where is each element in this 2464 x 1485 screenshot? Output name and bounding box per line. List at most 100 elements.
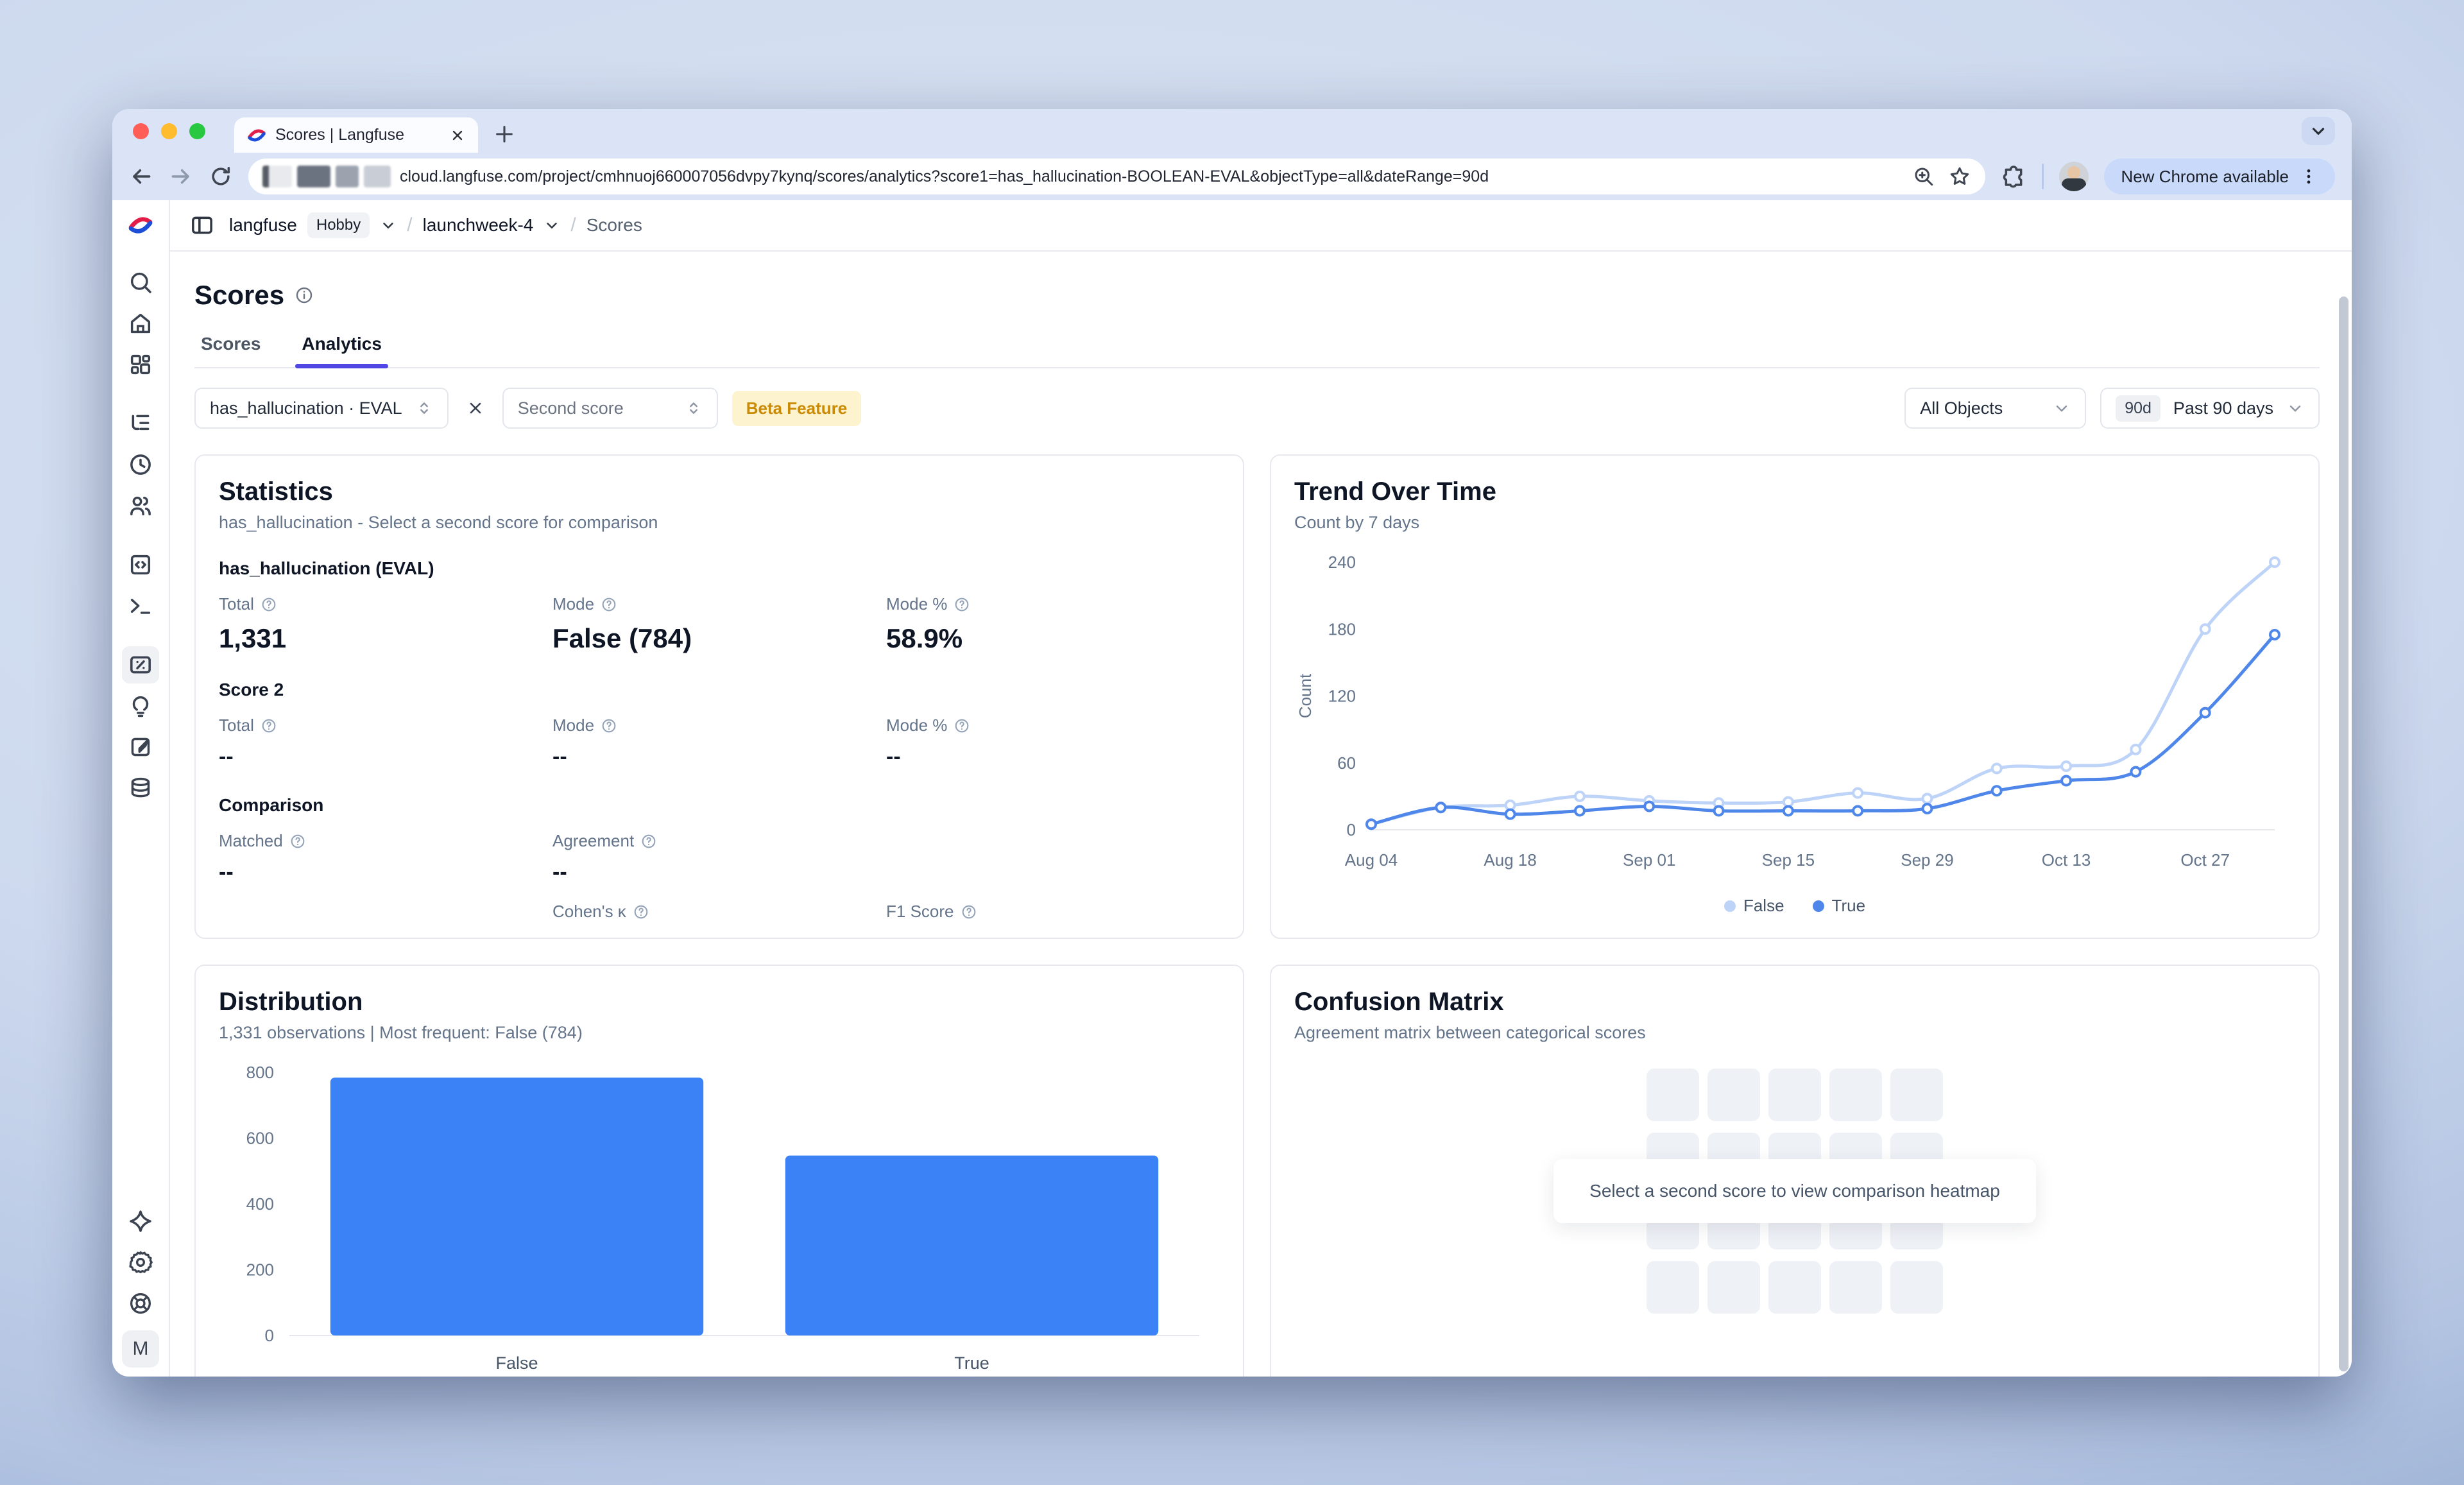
main-area: langfuse Hobby / launchweek-4 / Scores S… [170,200,2352,1377]
langfuse-logo[interactable] [128,210,153,240]
home-icon [128,311,153,336]
svg-text:800: 800 [246,1063,274,1082]
help-icon[interactable] [633,904,649,920]
distribution-subtitle: 1,331 observations | Most frequent: Fals… [219,1023,1220,1043]
help-icon[interactable] [261,717,277,734]
sidebar-item-playground[interactable] [122,587,159,624]
help-icon[interactable] [640,833,657,850]
clear-score1-button[interactable] [463,395,488,421]
score2-mode-pct-value: -- [886,744,1220,769]
sidebar-item-prompts[interactable] [122,546,159,583]
second-score-select[interactable]: Second score [502,388,718,429]
sidebar-item-dashboards[interactable] [122,346,159,383]
info-icon[interactable] [295,286,314,305]
sidebar-item-evaluators[interactable] [122,687,159,725]
close-window-button[interactable] [133,123,149,139]
profile-avatar[interactable] [2059,162,2089,191]
sidebar-item-scores[interactable] [122,646,159,683]
svg-text:240: 240 [1328,553,1356,572]
agreement-label: Agreement [552,831,886,851]
score1-select[interactable]: has_hallucination · EVAL [194,388,449,429]
help-icon[interactable] [601,717,617,734]
svg-text:60: 60 [1337,753,1356,773]
plus-icon [493,123,515,145]
scrollbar-thumb[interactable] [2339,296,2348,1371]
svg-text:False: False [495,1353,538,1373]
sidebar-item-home[interactable] [122,305,159,342]
help-icon[interactable] [601,596,617,613]
date-range-select[interactable]: 90d Past 90 days [2100,388,2320,429]
page-tabs: Scores Analytics [194,334,2320,368]
square-code-icon [128,552,153,578]
help-icon[interactable] [954,596,970,613]
kebab-menu-icon[interactable] [2299,167,2318,186]
new-tab-button[interactable] [493,123,515,145]
confusion-title: Confusion Matrix [1294,988,2295,1017]
browser-window: Scores | Langfuse [112,109,2352,1377]
matched-label: Matched [219,831,552,851]
sidebar-item-settings[interactable] [122,1244,159,1281]
mode-pct-value: 58.9% [886,623,1220,654]
terminal-icon [128,593,153,619]
chrome-update-pill[interactable]: New Chrome available [2104,159,2335,194]
sidebar-item-annotation[interactable] [122,728,159,766]
search-icon [128,270,153,295]
confusion-subtitle: Agreement matrix between categorical sco… [1294,1023,2295,1043]
statistics-subtitle: has_hallucination - Select a second scor… [219,513,1220,533]
trend-card: Trend Over Time Count by 7 days 06012018… [1270,454,2320,939]
gear-icon [128,1249,153,1275]
svg-text:True: True [954,1353,989,1373]
confusion-cell [1890,1261,1943,1314]
browser-tab[interactable]: Scores | Langfuse [234,117,478,153]
help-icon[interactable] [261,596,277,613]
sidebar-nav [122,262,159,809]
reload-button[interactable] [209,164,233,189]
tab-scores[interactable]: Scores [198,334,263,367]
chevron-down-icon[interactable] [543,217,560,234]
help-icon[interactable] [289,833,306,850]
confusion-cell [1768,1261,1821,1314]
page-title-row: Scores [194,280,2320,311]
sidebar-item-users[interactable] [122,487,159,524]
object-type-select[interactable]: All Objects [1904,388,2086,429]
sidebar-item-tracing[interactable] [122,405,159,442]
forward-button[interactable] [169,164,193,189]
help-icon[interactable] [961,904,977,920]
zoom-icon[interactable] [1912,165,1935,188]
extensions-button[interactable] [2001,164,2026,189]
tab-analytics[interactable]: Analytics [299,334,384,367]
back-button[interactable] [129,164,153,189]
bookmark-star-icon[interactable] [1948,165,1971,188]
breadcrumb-org[interactable]: langfuse [229,215,297,236]
minimize-window-button[interactable] [161,123,177,139]
breadcrumb-section[interactable]: Scores [586,215,642,236]
chevron-down-icon[interactable] [380,217,397,234]
sidebar-item-search[interactable] [122,264,159,301]
help-icon[interactable] [954,717,970,734]
sidebar-item-datasets[interactable] [122,769,159,807]
plan-badge[interactable]: Hobby [307,212,370,238]
user-avatar[interactable]: M [122,1330,159,1368]
sidebar-item-whats-new[interactable] [122,1203,159,1240]
cohens-kappa-value: -- [552,931,886,939]
confusion-card: Confusion Matrix Agreement matrix betwee… [1270,965,2320,1377]
mode-value: False (784) [552,623,886,654]
svg-text:Count: Count [1296,673,1315,718]
reload-icon [209,164,233,189]
sidebar-item-support[interactable] [122,1285,159,1322]
site-info-redacted[interactable] [262,166,391,187]
address-bar[interactable]: cloud.langfuse.com/project/cmhnuoj660007… [248,159,1985,194]
sidebar: M [112,200,170,1377]
sidebar-toggle-icon[interactable] [189,212,215,238]
tab-search-button[interactable] [2302,117,2335,145]
breadcrumb-project[interactable]: launchweek-4 [423,215,534,236]
back-arrow-icon [129,164,153,189]
trend-title: Trend Over Time [1294,477,2295,506]
agreement-value: -- [552,860,886,885]
beta-feature-badge: Beta Feature [732,391,862,426]
tab-close-icon[interactable] [450,128,465,143]
chevron-up-down-icon [415,399,433,417]
maximize-window-button[interactable] [189,123,205,139]
sidebar-item-sessions[interactable] [122,446,159,483]
page-scrollbar[interactable] [2339,295,2348,1373]
